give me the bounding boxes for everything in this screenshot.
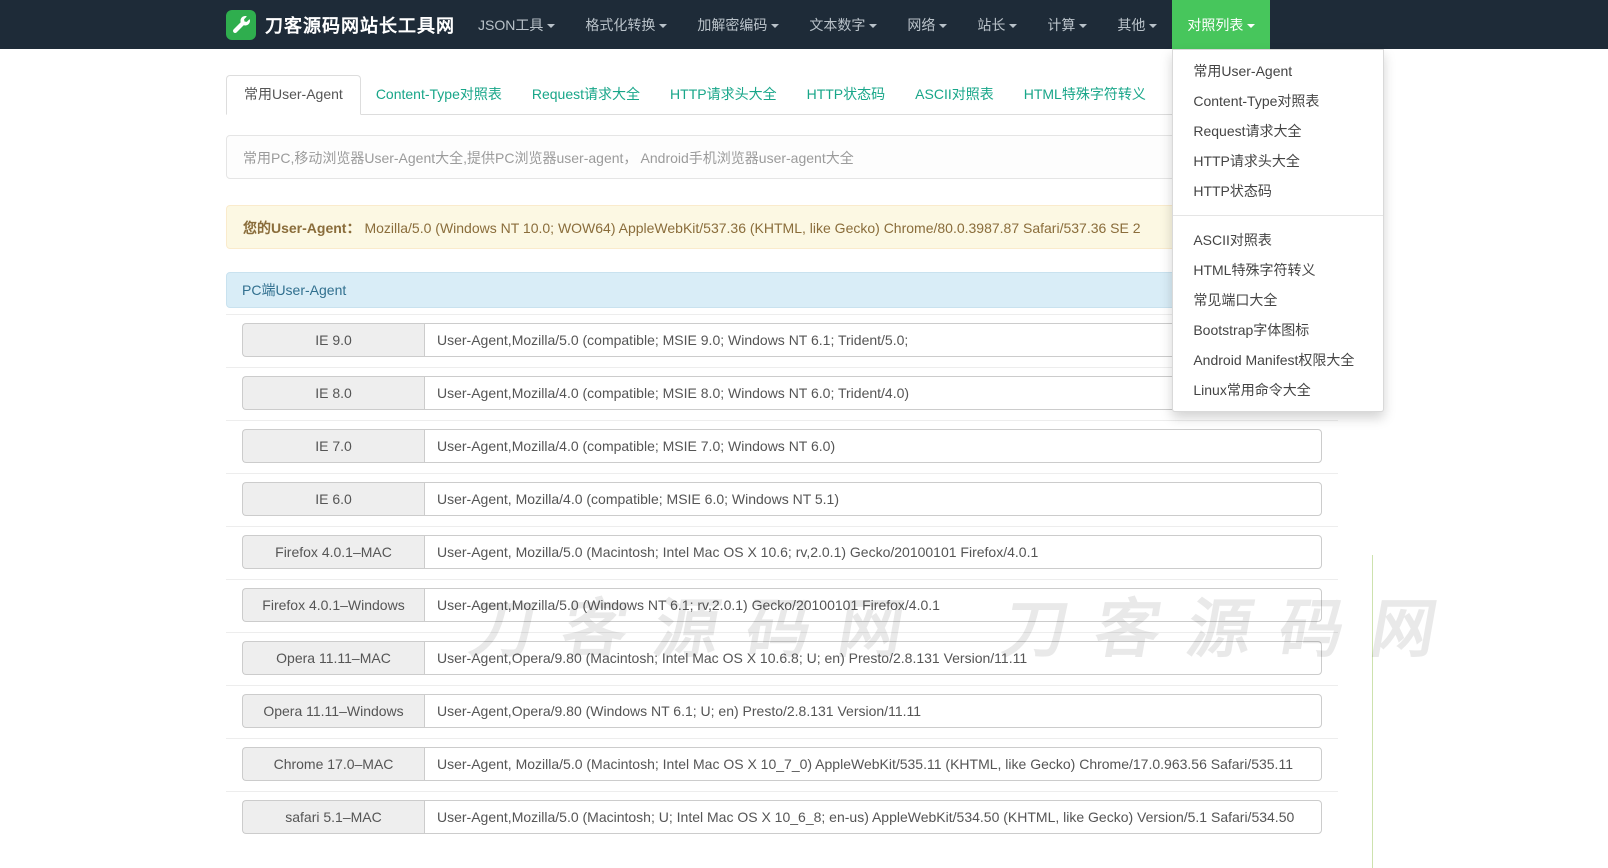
nav-item-network[interactable]: 网络: [892, 0, 962, 49]
list-item: Firefox 4.0.1–Windows: [226, 579, 1338, 632]
your-user-agent-value: Mozilla/5.0 (Windows NT 10.0; WOW64) App…: [364, 220, 1140, 236]
tab-common-user-agent[interactable]: 常用User-Agent: [226, 75, 361, 115]
chevron-down-icon: [1009, 24, 1017, 28]
nav-item-other[interactable]: 其他: [1102, 0, 1172, 49]
intro-alert: 常用PC,移动浏览器User-Agent大全,提供PC浏览器user-agent…: [226, 135, 1338, 179]
dropdown-item-html-escape[interactable]: HTML特殊字符转义: [1173, 255, 1383, 285]
chevron-down-icon: [1149, 24, 1157, 28]
reference-lists-dropdown: 常用User-Agent Content-Type对照表 Request请求大全…: [1172, 49, 1384, 412]
nav-item-webmaster[interactable]: 站长: [962, 0, 1032, 49]
tab-http-status-codes[interactable]: HTTP状态码: [792, 75, 901, 114]
dropdown-item-common-user-agent[interactable]: 常用User-Agent: [1173, 56, 1383, 86]
dropdown-item-http-headers[interactable]: HTTP请求头大全: [1173, 146, 1383, 176]
nav-item-label: JSON工具: [478, 15, 543, 35]
user-agent-input[interactable]: [424, 641, 1322, 675]
tab-http-headers[interactable]: HTTP请求头大全: [655, 75, 792, 114]
list-item: IE 9.0: [226, 314, 1338, 367]
browser-label: IE 9.0: [242, 323, 424, 357]
chevron-down-icon: [869, 24, 877, 28]
nav-item-label: 文本数字: [809, 15, 865, 35]
browser-label: Firefox 4.0.1–MAC: [242, 535, 424, 569]
browser-label: IE 7.0: [242, 429, 424, 463]
nav-item-label: 计算: [1047, 15, 1075, 35]
list-item: IE 7.0: [226, 420, 1338, 473]
nav-item-encrypt-encode[interactable]: 加解密编码: [682, 0, 794, 49]
your-user-agent-alert: 您的User-Agent：Mozilla/5.0 (Windows NT 10.…: [226, 205, 1338, 249]
chevron-down-icon: [939, 24, 947, 28]
browser-label: IE 6.0: [242, 482, 424, 516]
browser-label: IE 8.0: [242, 376, 424, 410]
dropdown-item-common-ports[interactable]: 常见端口大全: [1173, 285, 1383, 315]
chevron-down-icon: [1079, 24, 1087, 28]
browser-label: Opera 11.11–Windows: [242, 694, 424, 728]
main-nav: JSON工具 格式化转换 加解密编码 文本数字 网络 站长 计算 其他 对照列表…: [463, 0, 1270, 49]
dropdown-item-linux-commands[interactable]: Linux常用命令大全: [1173, 375, 1383, 405]
user-agent-input[interactable]: [424, 588, 1322, 622]
site-title: 刀客源码网站长工具网: [265, 12, 455, 38]
list-item: safari 5.1–MAC: [226, 791, 1338, 844]
tab-html-escape[interactable]: HTML特殊字符转义: [1009, 75, 1161, 114]
nav-item-calculate[interactable]: 计算: [1032, 0, 1102, 49]
chevron-down-icon: [659, 24, 667, 28]
nav-item-text-number[interactable]: 文本数字: [794, 0, 892, 49]
dropdown-item-android-manifest-permissions[interactable]: Android Manifest权限大全: [1173, 345, 1383, 375]
tab-ascii-table[interactable]: ASCII对照表: [900, 75, 1009, 114]
user-agent-input[interactable]: [424, 482, 1322, 516]
chevron-down-icon: [771, 24, 779, 28]
pc-user-agent-panel-title: PC端User-Agent: [226, 272, 1338, 308]
nav-item-json-tools[interactable]: JSON工具: [463, 0, 570, 49]
chevron-down-icon: [1247, 24, 1255, 28]
dropdown-item-http-status-codes[interactable]: HTTP状态码: [1173, 176, 1383, 206]
nav-item-label: 其他: [1117, 15, 1145, 35]
user-agent-list: IE 9.0 IE 8.0 IE 7.0 IE 6.0 Fire: [226, 314, 1338, 844]
dropdown-divider: [1173, 215, 1383, 216]
user-agent-input[interactable]: [424, 535, 1322, 569]
browser-label: Chrome 17.0–MAC: [242, 747, 424, 781]
list-item: IE 6.0: [226, 473, 1338, 526]
list-item: Opera 11.11–Windows: [226, 685, 1338, 738]
user-agent-input[interactable]: [424, 800, 1322, 834]
nav-item-label: 加解密编码: [697, 15, 767, 35]
nav-item-label: 对照列表: [1187, 15, 1243, 35]
browser-label: Opera 11.11–MAC: [242, 641, 424, 675]
nav-item-reference-lists[interactable]: 对照列表 常用User-Agent Content-Type对照表 Reques…: [1172, 0, 1270, 49]
list-item: Opera 11.11–MAC: [226, 632, 1338, 685]
user-agent-input[interactable]: [424, 747, 1322, 781]
tab-bar: 常用User-Agent Content-Type对照表 Request请求大全…: [226, 75, 1338, 115]
dropdown-item-bootstrap-icons[interactable]: Bootstrap字体图标: [1173, 315, 1383, 345]
your-user-agent-label: 您的User-Agent：: [243, 220, 360, 236]
list-item: Chrome 17.0–MAC: [226, 738, 1338, 791]
nav-item-label: 网络: [907, 15, 935, 35]
tab-content-type-table[interactable]: Content-Type对照表: [361, 75, 517, 114]
browser-label: safari 5.1–MAC: [242, 800, 424, 834]
browser-label: Firefox 4.0.1–Windows: [242, 588, 424, 622]
main-content: 常用User-Agent Content-Type对照表 Request请求大全…: [226, 75, 1338, 844]
nav-item-label: 格式化转换: [585, 15, 655, 35]
dropdown-item-ascii-table[interactable]: ASCII对照表: [1173, 225, 1383, 255]
nav-item-label: 站长: [977, 15, 1005, 35]
user-agent-input[interactable]: [424, 429, 1322, 463]
user-agent-input[interactable]: [424, 694, 1322, 728]
wrench-logo-icon: [226, 10, 256, 40]
list-item: Firefox 4.0.1–MAC: [226, 526, 1338, 579]
chevron-down-icon: [547, 24, 555, 28]
nav-item-format-convert[interactable]: 格式化转换: [570, 0, 682, 49]
dropdown-item-request-collection[interactable]: Request请求大全: [1173, 116, 1383, 146]
dropdown-item-content-type-table[interactable]: Content-Type对照表: [1173, 86, 1383, 116]
tab-request-collection[interactable]: Request请求大全: [517, 75, 655, 114]
brand-link[interactable]: 刀客源码网站长工具网: [226, 0, 455, 49]
list-item: IE 8.0: [226, 367, 1338, 420]
top-navbar: 刀客源码网站长工具网 JSON工具 格式化转换 加解密编码 文本数字 网络 站长…: [0, 0, 1608, 49]
divider: [1372, 555, 1373, 868]
